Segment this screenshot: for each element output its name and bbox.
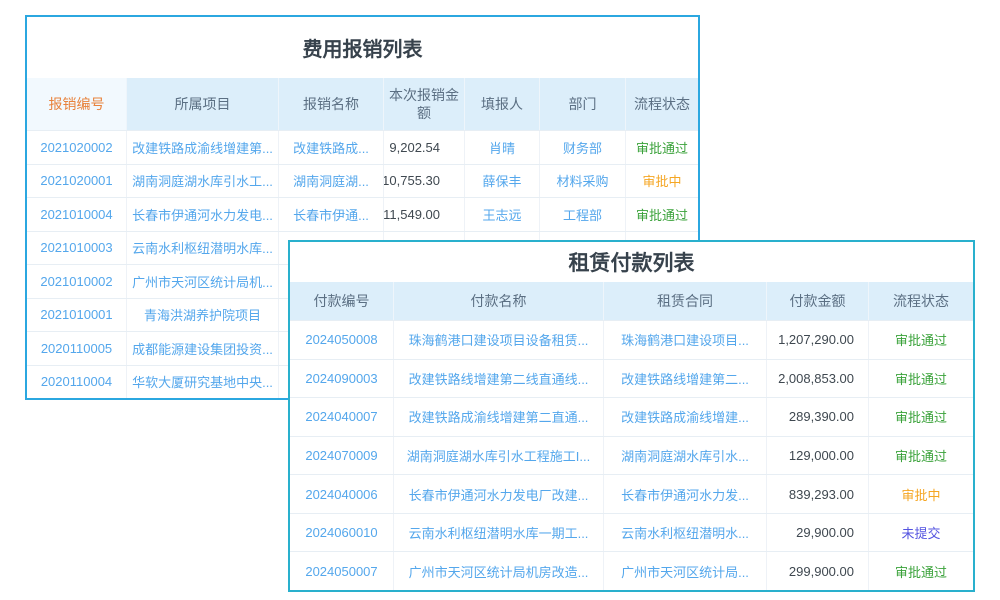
payment-amount: 2,008,853.00 — [767, 360, 869, 398]
payment-table-row[interactable]: 2024040007 改建铁路成渝线增建第二直通... 改建铁路成渝线增建...… — [290, 397, 973, 436]
payment-status-badge: 审批通过 — [869, 552, 973, 590]
payment-amount: 299,900.00 — [767, 552, 869, 590]
payment-amount: 839,293.00 — [767, 475, 869, 513]
payment-table-row[interactable]: 2024050007 广州市天河区统计局机房改造... 广州市天河区统计局...… — [290, 551, 973, 590]
payment-id-link[interactable]: 2024050008 — [290, 321, 394, 359]
expense-id-link[interactable]: 2020110005 — [27, 332, 127, 365]
payment-name-link[interactable]: 改建铁路线增建第二线直通线... — [394, 360, 604, 398]
expense-header-project[interactable]: 所属项目 — [127, 78, 279, 130]
payment-id-link[interactable]: 2024070009 — [290, 437, 394, 475]
payment-table-row[interactable]: 2024040006 长春市伊通河水力发电厂改建... 长春市伊通河水力发...… — [290, 474, 973, 513]
expense-project-link[interactable]: 广州市天河区统计局机... — [127, 265, 279, 298]
expense-amount: 9,202.54 — [384, 131, 465, 164]
expense-department: 财务部 — [540, 131, 626, 164]
payment-contract-link[interactable]: 长春市伊通河水力发... — [604, 475, 767, 513]
payment-contract-link[interactable]: 湖南洞庭湖水库引水... — [604, 437, 767, 475]
expense-id-link[interactable]: 2021020002 — [27, 131, 127, 164]
expense-status-badge: 审批通过 — [626, 198, 698, 231]
payment-id-link[interactable]: 2024090003 — [290, 360, 394, 398]
payment-name-link[interactable]: 长春市伊通河水力发电厂改建... — [394, 475, 604, 513]
expense-table-title: 费用报销列表 — [27, 17, 698, 78]
payment-name-link[interactable]: 广州市天河区统计局机房改造... — [394, 552, 604, 590]
expense-id-link[interactable]: 2021010003 — [27, 232, 127, 265]
payment-table-title: 租赁付款列表 — [290, 242, 973, 282]
payment-table-header-row: 付款编号 付款名称 租赁合同 付款金额 流程状态 — [290, 282, 973, 320]
payment-header-amount[interactable]: 付款金额 — [767, 282, 869, 320]
payment-id-link[interactable]: 2024060010 — [290, 514, 394, 552]
expense-id-link[interactable]: 2020110004 — [27, 366, 127, 399]
expense-name-link[interactable]: 湖南洞庭湖... — [279, 165, 384, 198]
payment-name-link[interactable]: 改建铁路成渝线增建第二直通... — [394, 398, 604, 436]
expense-project-link[interactable]: 改建铁路成渝线增建第... — [127, 131, 279, 164]
payment-amount: 29,900.00 — [767, 514, 869, 552]
payment-status-badge: 审批通过 — [869, 437, 973, 475]
expense-project-link[interactable]: 云南水利枢纽潜明水库... — [127, 232, 279, 265]
payment-header-id[interactable]: 付款编号 — [290, 282, 394, 320]
expense-department: 工程部 — [540, 198, 626, 231]
payment-name-link[interactable]: 珠海鹤港口建设项目设备租赁... — [394, 321, 604, 359]
payment-status-badge: 未提交 — [869, 514, 973, 552]
payment-header-status[interactable]: 流程状态 — [869, 282, 973, 320]
payment-table-row[interactable]: 2024060010 云南水利枢纽潜明水库一期工... 云南水利枢纽潜明水...… — [290, 513, 973, 552]
payment-contract-link[interactable]: 改建铁路成渝线增建... — [604, 398, 767, 436]
payment-amount: 129,000.00 — [767, 437, 869, 475]
expense-reporter: 薛保丰 — [465, 165, 540, 198]
payment-contract-link[interactable]: 改建铁路线增建第二... — [604, 360, 767, 398]
expense-table-header-row: 报销编号 所属项目 报销名称 本次报销金额 填报人 部门 流程状态 — [27, 78, 698, 130]
expense-amount: 11,549.00 — [384, 198, 465, 231]
expense-header-amount[interactable]: 本次报销金额 — [384, 78, 465, 130]
expense-project-link[interactable]: 青海洪湖养护院项目 — [127, 299, 279, 332]
expense-table-row[interactable]: 2021020002 改建铁路成渝线增建第... 改建铁路成... 9,202.… — [27, 130, 698, 164]
payment-table-row[interactable]: 2024050008 珠海鹤港口建设项目设备租赁... 珠海鹤港口建设项目...… — [290, 320, 973, 359]
payment-id-link[interactable]: 2024050007 — [290, 552, 394, 590]
expense-amount: 10,755.30 — [384, 165, 465, 198]
payment-table-body: 2024050008 珠海鹤港口建设项目设备租赁... 珠海鹤港口建设项目...… — [290, 320, 973, 590]
expense-id-link[interactable]: 2021010004 — [27, 198, 127, 231]
expense-reporter: 肖晴 — [465, 131, 540, 164]
payment-name-link[interactable]: 云南水利枢纽潜明水库一期工... — [394, 514, 604, 552]
expense-header-reporter[interactable]: 填报人 — [465, 78, 540, 130]
expense-header-department[interactable]: 部门 — [540, 78, 626, 130]
payment-header-contract[interactable]: 租赁合同 — [604, 282, 767, 320]
expense-table-row[interactable]: 2021010004 长春市伊通河水力发电... 长春市伊通... 11,549… — [27, 197, 698, 231]
expense-id-link[interactable]: 2021010001 — [27, 299, 127, 332]
payment-table-row[interactable]: 2024090003 改建铁路线增建第二线直通线... 改建铁路线增建第二...… — [290, 359, 973, 398]
expense-id-link[interactable]: 2021010002 — [27, 265, 127, 298]
expense-project-link[interactable]: 成都能源建设集团投资... — [127, 332, 279, 365]
expense-project-link[interactable]: 湖南洞庭湖水库引水工... — [127, 165, 279, 198]
expense-status-badge: 审批中 — [626, 165, 698, 198]
payment-contract-link[interactable]: 广州市天河区统计局... — [604, 552, 767, 590]
payment-table-row[interactable]: 2024070009 湖南洞庭湖水库引水工程施工I... 湖南洞庭湖水库引水..… — [290, 436, 973, 475]
expense-project-link[interactable]: 华软大厦研究基地中央... — [127, 366, 279, 399]
payment-status-badge: 审批中 — [869, 475, 973, 513]
payment-name-link[interactable]: 湖南洞庭湖水库引水工程施工I... — [394, 437, 604, 475]
expense-reporter: 王志远 — [465, 198, 540, 231]
expense-department: 材料采购 — [540, 165, 626, 198]
payment-status-badge: 审批通过 — [869, 398, 973, 436]
payment-id-link[interactable]: 2024040007 — [290, 398, 394, 436]
payment-contract-link[interactable]: 珠海鹤港口建设项目... — [604, 321, 767, 359]
payment-header-name[interactable]: 付款名称 — [394, 282, 604, 320]
rental-payment-table: 租赁付款列表 付款编号 付款名称 租赁合同 付款金额 流程状态 20240500… — [288, 240, 975, 592]
expense-header-name[interactable]: 报销名称 — [279, 78, 384, 130]
payment-status-badge: 审批通过 — [869, 360, 973, 398]
expense-name-link[interactable]: 改建铁路成... — [279, 131, 384, 164]
expense-header-status[interactable]: 流程状态 — [626, 78, 698, 130]
expense-project-link[interactable]: 长春市伊通河水力发电... — [127, 198, 279, 231]
payment-amount: 1,207,290.00 — [767, 321, 869, 359]
expense-header-id[interactable]: 报销编号 — [27, 78, 127, 130]
payment-status-badge: 审批通过 — [869, 321, 973, 359]
expense-name-link[interactable]: 长春市伊通... — [279, 198, 384, 231]
expense-status-badge: 审批通过 — [626, 131, 698, 164]
expense-table-row[interactable]: 2021020001 湖南洞庭湖水库引水工... 湖南洞庭湖... 10,755… — [27, 164, 698, 198]
payment-contract-link[interactable]: 云南水利枢纽潜明水... — [604, 514, 767, 552]
payment-id-link[interactable]: 2024040006 — [290, 475, 394, 513]
expense-id-link[interactable]: 2021020001 — [27, 165, 127, 198]
payment-amount: 289,390.00 — [767, 398, 869, 436]
